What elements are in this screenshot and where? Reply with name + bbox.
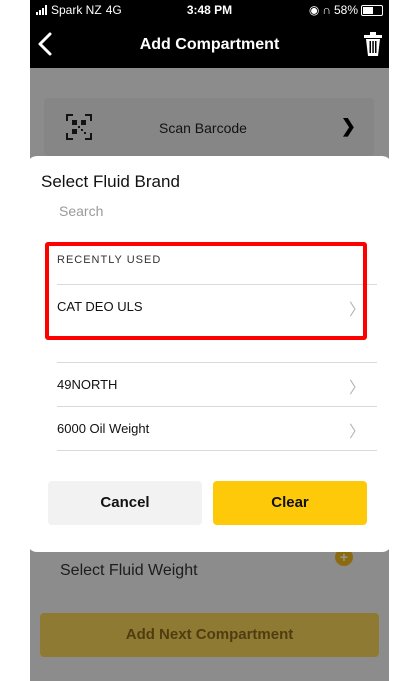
chevron-right-icon: 〉 [348, 424, 365, 441]
app-screen: Spark NZ 4G 3:48 PM ◉ ∩ 58% Add Compartm… [30, 0, 389, 681]
list-item-label: 49NORTH [57, 377, 118, 392]
status-icons: ◉ ∩ 58% [309, 3, 383, 17]
list-divider [57, 450, 377, 451]
alarm-icon: ◉ [308, 3, 320, 17]
cancel-button[interactable]: Cancel [48, 481, 202, 525]
dialog-title: Select Fluid Brand [41, 172, 180, 191]
navigation-bar: Add Compartment [30, 20, 389, 68]
clear-button[interactable]: Clear [213, 481, 367, 525]
status-bar: Spark NZ 4G 3:48 PM ◉ ∩ 58% [30, 0, 389, 20]
highlight-box [45, 242, 367, 340]
trash-icon[interactable] [363, 32, 383, 56]
page-title: Add Compartment [139, 36, 280, 53]
list-item[interactable]: 49NORTH 〉 [57, 362, 377, 407]
headphones-icon: ∩ [322, 3, 331, 17]
chevron-right-icon: 〉 [348, 380, 365, 397]
select-fluid-brand-dialog: Select Fluid Brand Search RECENTLY USED … [30, 156, 389, 552]
battery-icon [361, 4, 383, 16]
search-input[interactable]: Search [59, 203, 103, 219]
battery-percent: 58% [333, 3, 358, 17]
list-item[interactable]: 6000 Oil Weight 〉 [57, 406, 377, 451]
battery-level [363, 6, 373, 14]
list-item-label: 6000 Oil Weight [57, 421, 150, 436]
